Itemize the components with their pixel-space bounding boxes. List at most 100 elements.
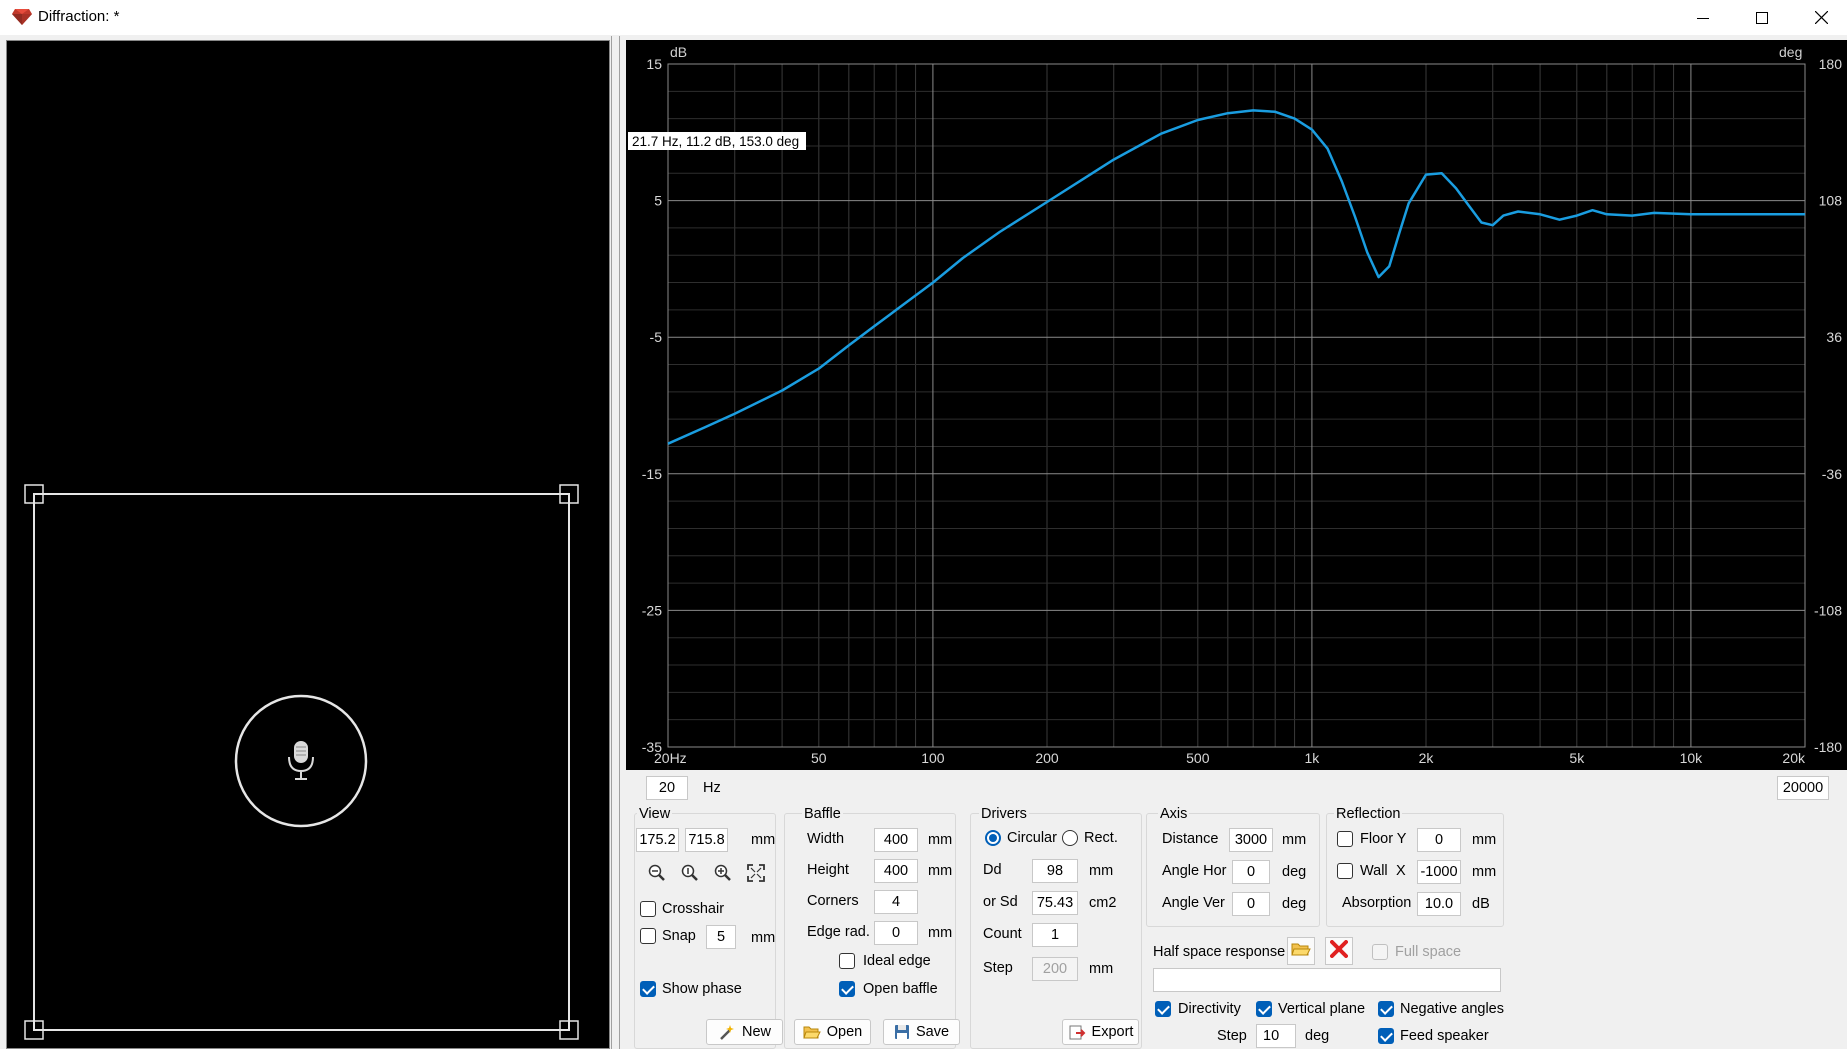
open-baffle-label: Open baffle — [863, 981, 938, 997]
view-x-input[interactable]: 175.2 — [636, 828, 679, 852]
fit-to-window-button[interactable] — [742, 862, 770, 888]
sd-unit: cm2 — [1089, 895, 1117, 911]
x-tick-label: 500 — [1186, 750, 1210, 766]
half-space-label: Half space response — [1153, 944, 1286, 960]
frequency-response-graph[interactable]: 155-5-15-25-35 18010836-36-108-180 20Hz 5… — [626, 40, 1847, 770]
angle-ver-input[interactable]: 0 — [1232, 892, 1270, 916]
x-tick-label: 50 — [811, 750, 827, 766]
x-tick-label: 2k — [1419, 750, 1435, 766]
panel-splitter[interactable] — [611, 36, 620, 1049]
driver-step-input[interactable]: 200 — [1032, 957, 1078, 981]
y2-tick-label: 36 — [1826, 329, 1842, 345]
drivers-group-title: Drivers — [979, 806, 1029, 822]
view-y-input[interactable]: 715.8 — [685, 828, 728, 852]
zoom-height-button[interactable] — [676, 862, 704, 888]
baffle-view-canvas[interactable] — [6, 40, 610, 1049]
x-tick-label: 100 — [921, 750, 945, 766]
floor-label: Floor Y — [1360, 831, 1407, 847]
rect-radio[interactable] — [1062, 830, 1078, 846]
count-input[interactable]: 1 — [1032, 923, 1078, 947]
full-space-label: Full space — [1395, 944, 1462, 960]
baffle-height-input[interactable]: 400 — [874, 859, 918, 883]
baffle-group-title: Baffle — [802, 806, 843, 822]
zoom-fit-height-icon — [680, 863, 700, 887]
absorption-label: Absorption — [1342, 895, 1412, 911]
ideal-edge-checkbox[interactable] — [839, 953, 855, 969]
half-space-clear-button[interactable] — [1325, 937, 1353, 965]
cursor-readout: 21.7 Hz, 11.2 dB, 153.0 deg — [628, 132, 806, 150]
ruby-gem-icon — [12, 8, 32, 26]
cursor-readout-text: 21.7 Hz, 11.2 dB, 153.0 deg — [632, 134, 799, 149]
zoom-out-icon — [647, 863, 667, 887]
zoom-in-button[interactable] — [709, 862, 737, 888]
new-button[interactable]: New — [706, 1019, 783, 1045]
wall-axis-label: X — [1396, 863, 1406, 879]
floor-input[interactable]: 0 — [1417, 828, 1461, 852]
new-button-label: New — [741, 1024, 771, 1040]
negative-angles-checkbox[interactable] — [1378, 1001, 1394, 1017]
freq-max-input[interactable]: 20000 — [1777, 776, 1829, 800]
baffle-width-input[interactable]: 400 — [874, 828, 918, 852]
feed-speaker-checkbox[interactable] — [1378, 1028, 1394, 1044]
zoom-out-button[interactable] — [643, 862, 671, 888]
maximize-icon — [1756, 11, 1768, 24]
vertical-plane-checkbox[interactable] — [1256, 1001, 1272, 1017]
floppy-disk-icon — [894, 1024, 910, 1040]
absorption-input[interactable]: 10.0 — [1417, 892, 1461, 916]
snap-checkbox[interactable] — [640, 928, 656, 944]
baffle-width-label: Width — [807, 831, 845, 847]
angle-hor-unit: deg — [1282, 864, 1307, 880]
x-tick-label: 200 — [1035, 750, 1059, 766]
crosshair-checkbox[interactable] — [640, 901, 656, 917]
fit-to-window-icon — [747, 864, 765, 886]
vertical-plane-label: Vertical plane — [1278, 1001, 1366, 1017]
directivity-checkbox[interactable] — [1155, 1001, 1171, 1017]
save-button-label: Save — [915, 1024, 950, 1040]
distance-input[interactable]: 3000 — [1229, 828, 1273, 852]
full-space-checkbox[interactable] — [1372, 944, 1388, 960]
directivity-step-label: Step — [1217, 1028, 1247, 1044]
directivity-step-input[interactable]: 10 — [1256, 1024, 1296, 1048]
save-button[interactable]: Save — [883, 1019, 960, 1045]
show-phase-label: Show phase — [662, 981, 742, 997]
baffle-width-unit: mm — [928, 832, 953, 848]
directivity-step-unit: deg — [1305, 1028, 1330, 1044]
open-button-label: Open — [826, 1024, 863, 1040]
maximize-button[interactable] — [1733, 0, 1791, 35]
export-button[interactable]: Export — [1062, 1019, 1139, 1045]
circular-radio[interactable] — [985, 830, 1001, 846]
left-axis-unit: dB — [670, 44, 687, 60]
minimize-button[interactable] — [1674, 0, 1732, 35]
absorption-unit: dB — [1472, 896, 1490, 912]
zoom-in-icon — [713, 863, 733, 887]
driver-step-unit: mm — [1089, 961, 1114, 977]
angle-hor-label: Angle Hor — [1162, 863, 1227, 879]
distance-unit: mm — [1282, 832, 1307, 848]
wall-input[interactable]: -1000 — [1417, 860, 1461, 884]
dd-input[interactable]: 98 — [1032, 859, 1078, 883]
half-space-open-button[interactable] — [1287, 937, 1315, 965]
sd-input[interactable]: 75.43 — [1032, 891, 1078, 915]
dd-label: Dd — [983, 862, 1002, 878]
show-phase-checkbox[interactable] — [640, 981, 656, 997]
freq-unit-label: Hz — [703, 780, 721, 796]
open-folder-icon — [803, 1025, 821, 1040]
rect-label: Rect. — [1084, 830, 1118, 846]
dd-unit: mm — [1089, 863, 1114, 879]
angle-hor-input[interactable]: 0 — [1232, 860, 1270, 884]
open-baffle-checkbox[interactable] — [839, 981, 855, 997]
half-space-path-input[interactable] — [1153, 968, 1501, 992]
wall-checkbox[interactable] — [1337, 863, 1353, 879]
baffle-corners-label: Corners — [807, 893, 859, 909]
wall-label: Wall — [1360, 863, 1388, 879]
open-button[interactable]: Open — [794, 1019, 871, 1045]
baffle-corners-input[interactable]: 4 — [874, 890, 918, 914]
baffle-edge-input[interactable]: 0 — [874, 921, 918, 945]
snap-input[interactable]: 5 — [706, 925, 736, 949]
snap-label: Snap — [662, 928, 696, 944]
freq-min-input[interactable]: 20 — [646, 776, 688, 800]
close-button[interactable] — [1792, 0, 1847, 35]
floor-checkbox[interactable] — [1337, 831, 1353, 847]
baffle-edge-label: Edge rad. — [807, 924, 870, 940]
angle-ver-unit: deg — [1282, 896, 1307, 912]
